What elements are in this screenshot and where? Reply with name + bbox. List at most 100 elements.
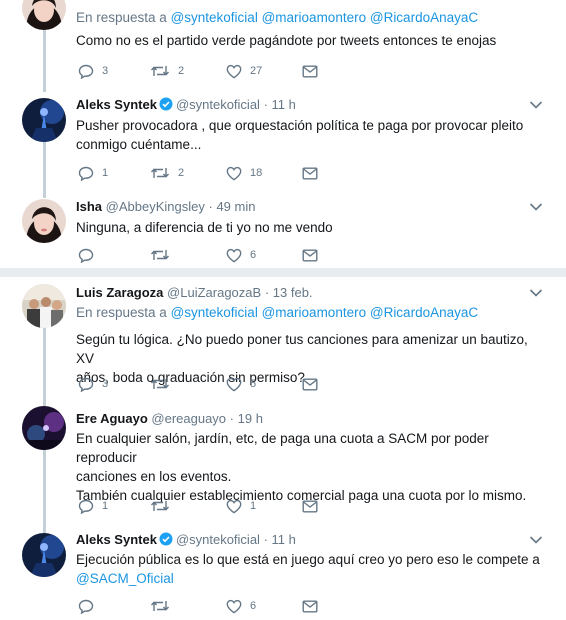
heart-icon xyxy=(226,377,242,391)
thread-line xyxy=(43,140,46,198)
author-name[interactable]: Luis Zaragoza xyxy=(76,285,163,300)
tweet-timestamp[interactable]: 11 h xyxy=(272,97,296,112)
tweet-text-line: En cualquier salón, jardín, etc, de paga… xyxy=(76,431,489,465)
avatar[interactable] xyxy=(22,199,66,243)
message-button[interactable] xyxy=(302,497,318,515)
reply-button[interactable]: 3 xyxy=(78,62,108,80)
avatar[interactable] xyxy=(22,0,66,30)
like-count: 6 xyxy=(250,249,257,261)
reply-icon xyxy=(78,377,94,392)
separator-dot: · xyxy=(229,411,234,426)
reply-prefix: En respuesta a xyxy=(76,305,167,320)
like-button[interactable]: 1 xyxy=(226,497,256,515)
retweet-icon xyxy=(150,379,170,389)
retweet-count: 2 xyxy=(178,167,185,179)
envelope-icon xyxy=(302,167,318,180)
avatar[interactable] xyxy=(22,284,66,328)
avatar-image xyxy=(22,199,66,243)
mention-link[interactable]: @marioamontero xyxy=(262,305,367,320)
like-button[interactable]: 6 xyxy=(226,246,256,264)
like-button[interactable]: 6 xyxy=(226,597,256,615)
avatar-image xyxy=(22,284,66,328)
mention-link[interactable]: @RicardoAnayaC xyxy=(370,10,478,25)
reply-icon xyxy=(78,64,94,79)
reply-button[interactable] xyxy=(78,597,94,615)
mention-link[interactable]: @syntekoficial xyxy=(171,305,258,320)
verified-badge-icon xyxy=(159,97,173,114)
author-handle[interactable]: @LuiZaragozaB xyxy=(167,285,261,300)
reply-button[interactable]: 1 xyxy=(78,497,108,515)
reply-icon xyxy=(78,166,94,181)
tweet-header: Aleks Syntek @syntekoficial · 11 h xyxy=(76,532,296,549)
envelope-icon xyxy=(302,500,318,513)
retweet-button[interactable]: 2 xyxy=(150,164,184,182)
tweet-timestamp[interactable]: 13 feb. xyxy=(273,285,313,300)
message-button[interactable] xyxy=(302,62,318,80)
chevron-down-icon[interactable] xyxy=(529,288,543,298)
retweet-button[interactable] xyxy=(150,597,170,615)
tweet-header: Isha @AbbeyKingsley · 49 min xyxy=(76,199,255,214)
retweet-button[interactable] xyxy=(150,246,170,264)
reply-context: En respuesta a @syntekoficial @marioamon… xyxy=(76,305,478,320)
mention-link[interactable]: @SACM_Oficial xyxy=(76,571,174,586)
message-button[interactable] xyxy=(302,164,318,182)
message-button[interactable] xyxy=(302,375,318,393)
conversation-separator xyxy=(0,268,566,277)
tweet-header: Luis Zaragoza @LuiZaragozaB · 13 feb. xyxy=(76,285,313,300)
author-name[interactable]: Ere Aguayo xyxy=(76,411,148,426)
retweet-icon xyxy=(150,66,170,76)
chevron-down-icon[interactable] xyxy=(529,202,543,212)
author-handle[interactable]: @syntekoficial xyxy=(176,97,260,112)
like-button[interactable]: 27 xyxy=(226,62,262,80)
reply-button[interactable]: 3 xyxy=(78,375,108,393)
avatar-image xyxy=(22,0,66,30)
like-button[interactable]: 5 xyxy=(226,375,256,393)
tweet-text: Ninguna, a diferencia de ti yo no me ven… xyxy=(76,218,546,237)
reply-count: 3 xyxy=(102,378,109,390)
mention-link[interactable]: @marioamontero xyxy=(262,10,367,25)
tweet-actions: 6 xyxy=(78,246,378,266)
avatar[interactable] xyxy=(22,406,66,450)
reply-button[interactable]: 1 xyxy=(78,164,108,182)
author-handle[interactable]: @AbbeyKingsley xyxy=(106,199,205,214)
message-button[interactable] xyxy=(302,246,318,264)
author-handle[interactable]: @ereaguayo xyxy=(151,411,226,426)
chevron-down-icon[interactable] xyxy=(529,100,543,110)
avatar[interactable] xyxy=(22,533,66,577)
tweet-text-line: Pusher provocadora , que orquestación po… xyxy=(76,118,524,133)
tweet-text-line: Como no es el partido verde pagándote po… xyxy=(76,33,497,48)
separator-dot: · xyxy=(263,532,268,547)
author-name[interactable]: Isha xyxy=(76,199,102,214)
heart-icon xyxy=(226,64,242,78)
reply-prefix: En respuesta a xyxy=(76,10,167,25)
chevron-down-icon[interactable] xyxy=(529,535,543,545)
tweet-timestamp[interactable]: 19 h xyxy=(238,411,263,426)
mention-link[interactable]: @RicardoAnayaC xyxy=(370,305,478,320)
thread-line xyxy=(43,450,46,534)
tweet-timestamp[interactable]: 11 h xyxy=(272,532,296,547)
message-button[interactable] xyxy=(302,597,318,615)
retweet-icon xyxy=(150,501,170,511)
mention-link[interactable]: @syntekoficial xyxy=(171,10,258,25)
tweet-timestamp[interactable]: 49 min xyxy=(216,199,255,214)
tweet-text: Ejecución pública es lo que está en jueg… xyxy=(76,550,546,588)
retweet-button[interactable] xyxy=(150,375,170,393)
author-handle[interactable]: @syntekoficial xyxy=(176,532,260,547)
heart-icon xyxy=(226,166,242,180)
envelope-icon xyxy=(302,65,318,78)
separator-dot: · xyxy=(208,199,213,214)
retweet-button[interactable]: 2 xyxy=(150,62,184,80)
avatar[interactable] xyxy=(22,98,66,142)
heart-icon xyxy=(226,599,242,613)
author-name[interactable]: Aleks Syntek xyxy=(76,97,157,112)
like-button[interactable]: 18 xyxy=(226,164,262,182)
tweet-actions: 6 xyxy=(78,597,378,617)
separator-dot: · xyxy=(263,97,268,112)
author-name[interactable]: Aleks Syntek xyxy=(76,532,157,547)
tweet-text-line: conmigo cuéntame... xyxy=(76,137,202,152)
tweet-actions: 3 5 xyxy=(78,375,378,395)
reply-count: 1 xyxy=(102,167,109,179)
reply-button[interactable] xyxy=(78,246,94,264)
envelope-icon xyxy=(302,249,318,262)
retweet-button[interactable] xyxy=(150,497,170,515)
